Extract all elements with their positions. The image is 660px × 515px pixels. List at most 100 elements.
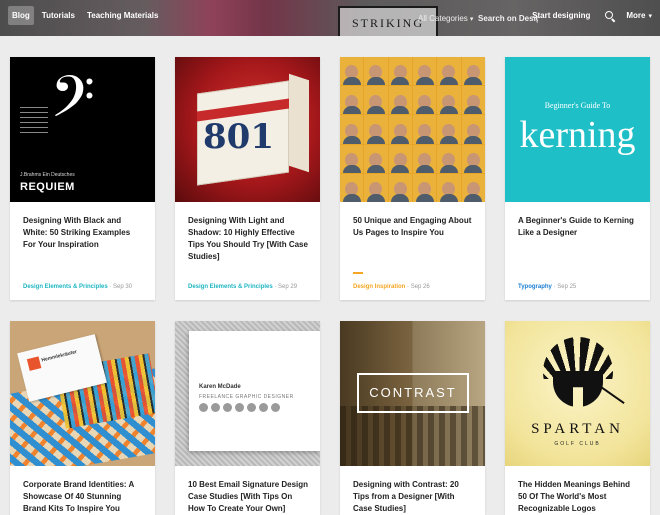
article-thumbnail[interactable]: 𝄢 J.Brahms Ein Deutsches REQUIEM xyxy=(10,57,155,202)
portrait-tile xyxy=(340,57,364,86)
article-meta: Design Inspiration · Sep 26 xyxy=(353,284,430,290)
article-category[interactable]: Typography xyxy=(518,284,552,290)
article-card[interactable]: Karen McDade FREELANCE GRAPHIC DESIGNER … xyxy=(175,321,320,515)
chevron-down-icon: ▾ xyxy=(469,16,474,23)
portrait-tile xyxy=(364,115,388,144)
thumbnail-subtext: GOLF CLUB xyxy=(554,441,601,447)
social-icon xyxy=(271,403,280,412)
categories-label: All Categories xyxy=(418,14,468,23)
portrait-tile xyxy=(388,173,412,202)
portrait-tile xyxy=(461,173,485,202)
portrait-tile xyxy=(437,86,461,115)
article-title[interactable]: 10 Best Email Signature Design Case Stud… xyxy=(188,479,310,515)
thumbnail-title: REQUIEM xyxy=(20,181,75,193)
thumbnail-title: 801 xyxy=(203,117,274,157)
article-title[interactable]: The Hidden Meanings Behind 50 Of The Wor… xyxy=(518,479,640,515)
article-card[interactable]: Hemmlekräuter Corporate Brand Identities… xyxy=(10,321,155,515)
article-title[interactable]: Corporate Brand Identities: A Showcase O… xyxy=(23,479,145,515)
article-meta: Design Elements & Principles · Sep 30 xyxy=(23,284,133,290)
categories-dropdown[interactable]: All Categories ▾ xyxy=(418,14,473,23)
active-indicator xyxy=(353,272,363,274)
portrait-tile xyxy=(388,86,412,115)
signature-card-illustration: Karen McDade FREELANCE GRAPHIC DESIGNER xyxy=(189,331,320,451)
article-card[interactable]: 801 Designing With Light and Shadow: 10 … xyxy=(175,57,320,300)
article-category[interactable]: Design Elements & Principles xyxy=(23,284,108,290)
article-meta: Design Elements & Principles · Sep 29 xyxy=(188,284,298,290)
portrait-tile xyxy=(413,115,437,144)
portrait-tile xyxy=(461,144,485,174)
article-title[interactable]: A Beginner's Guide to Kerning Like a Des… xyxy=(518,215,640,239)
thumbnail-title: Hemmlekräuter xyxy=(40,348,78,364)
thumbnail-title: Karen McDade xyxy=(199,384,241,390)
social-icon xyxy=(223,403,232,412)
thumbnail-subtext: Beginner's Guide To xyxy=(544,101,611,110)
article-card[interactable]: 𝄢 J.Brahms Ein Deutsches REQUIEM Designi… xyxy=(10,57,155,300)
article-title[interactable]: Designing With Black and White: 50 Strik… xyxy=(23,215,145,251)
portrait-tile xyxy=(340,115,364,144)
article-thumbnail[interactable]: CONTRAST xyxy=(340,321,485,466)
social-icon xyxy=(259,403,268,412)
social-icon xyxy=(211,403,220,412)
clef-illustration: 𝄢 xyxy=(50,63,96,145)
article-thumbnail[interactable]: Karen McDade FREELANCE GRAPHIC DESIGNER xyxy=(175,321,320,466)
portrait-tile xyxy=(364,86,388,115)
article-card[interactable]: 50 Unique and Engaging About Us Pages to… xyxy=(340,57,485,300)
portrait-tile xyxy=(461,57,485,86)
decorative-lines xyxy=(20,103,48,137)
portrait-tile xyxy=(388,144,412,174)
article-meta: Typography · Sep 25 xyxy=(518,284,577,290)
golf-club-illustration xyxy=(597,384,625,404)
portrait-tile xyxy=(461,115,485,144)
article-thumbnail[interactable]: Beginner's Guide To kerning xyxy=(505,57,650,202)
portrait-tile xyxy=(437,115,461,144)
portrait-tile xyxy=(364,173,388,202)
search-icon[interactable] xyxy=(604,10,616,22)
social-icon xyxy=(199,403,208,412)
article-date: Sep 26 xyxy=(410,284,430,290)
article-card[interactable]: Beginner's Guide To kerning A Beginner's… xyxy=(505,57,650,300)
secondary-nav: Start designing More ▾ xyxy=(528,6,652,25)
article-title[interactable]: 50 Unique and Engaging About Us Pages to… xyxy=(353,215,475,239)
thumbnail-subtext: FREELANCE GRAPHIC DESIGNER xyxy=(199,394,294,400)
article-card[interactable]: CONTRAST Designing with Contrast: 20 Tip… xyxy=(340,321,485,515)
portrait-tile xyxy=(413,86,437,115)
helmet-illustration xyxy=(553,371,603,407)
nav-blog[interactable]: Blog xyxy=(8,6,34,25)
primary-nav: Blog Tutorials Teaching Materials xyxy=(8,6,162,25)
article-title[interactable]: Designing With Light and Shadow: 10 High… xyxy=(188,215,310,263)
more-label: More xyxy=(626,11,646,20)
article-thumbnail[interactable]: Hemmlekräuter xyxy=(10,321,155,466)
nav-tutorials[interactable]: Tutorials xyxy=(38,6,79,25)
portrait-tile xyxy=(437,57,461,86)
portrait-tile xyxy=(437,144,461,174)
portrait-tile xyxy=(340,173,364,202)
article-card[interactable]: SPARTAN GOLF CLUB The Hidden Meanings Be… xyxy=(505,321,650,515)
article-thumbnail[interactable]: SPARTAN GOLF CLUB xyxy=(505,321,650,466)
portrait-tile xyxy=(388,57,412,86)
article-date: Sep 25 xyxy=(557,284,577,290)
thumbnail-title: SPARTAN xyxy=(531,421,624,437)
social-icon xyxy=(235,403,244,412)
city-illustration xyxy=(340,406,485,466)
article-category[interactable]: Design Inspiration xyxy=(353,284,405,290)
start-designing-link[interactable]: Start designing xyxy=(528,6,594,25)
portrait-tile xyxy=(340,86,364,115)
social-icons xyxy=(199,403,280,412)
article-thumbnail[interactable]: 801 xyxy=(175,57,320,202)
portrait-tile xyxy=(340,144,364,174)
article-date: Sep 29 xyxy=(278,284,298,290)
box-illustration-side xyxy=(289,73,309,173)
thumbnail-subtext: J.Brahms Ein Deutsches xyxy=(20,172,75,178)
nav-teaching-materials[interactable]: Teaching Materials xyxy=(83,6,162,25)
article-date: Sep 30 xyxy=(113,284,133,290)
portrait-tile xyxy=(413,173,437,202)
portrait-tile xyxy=(413,144,437,174)
article-category[interactable]: Design Elements & Principles xyxy=(188,284,273,290)
brand-logo-icon xyxy=(26,356,42,371)
article-title[interactable]: Designing with Contrast: 20 Tips from a … xyxy=(353,479,475,515)
article-thumbnail[interactable] xyxy=(340,57,485,202)
portrait-tile xyxy=(413,57,437,86)
portrait-tile xyxy=(437,173,461,202)
social-icon xyxy=(247,403,256,412)
more-menu[interactable]: More ▾ xyxy=(626,6,652,25)
